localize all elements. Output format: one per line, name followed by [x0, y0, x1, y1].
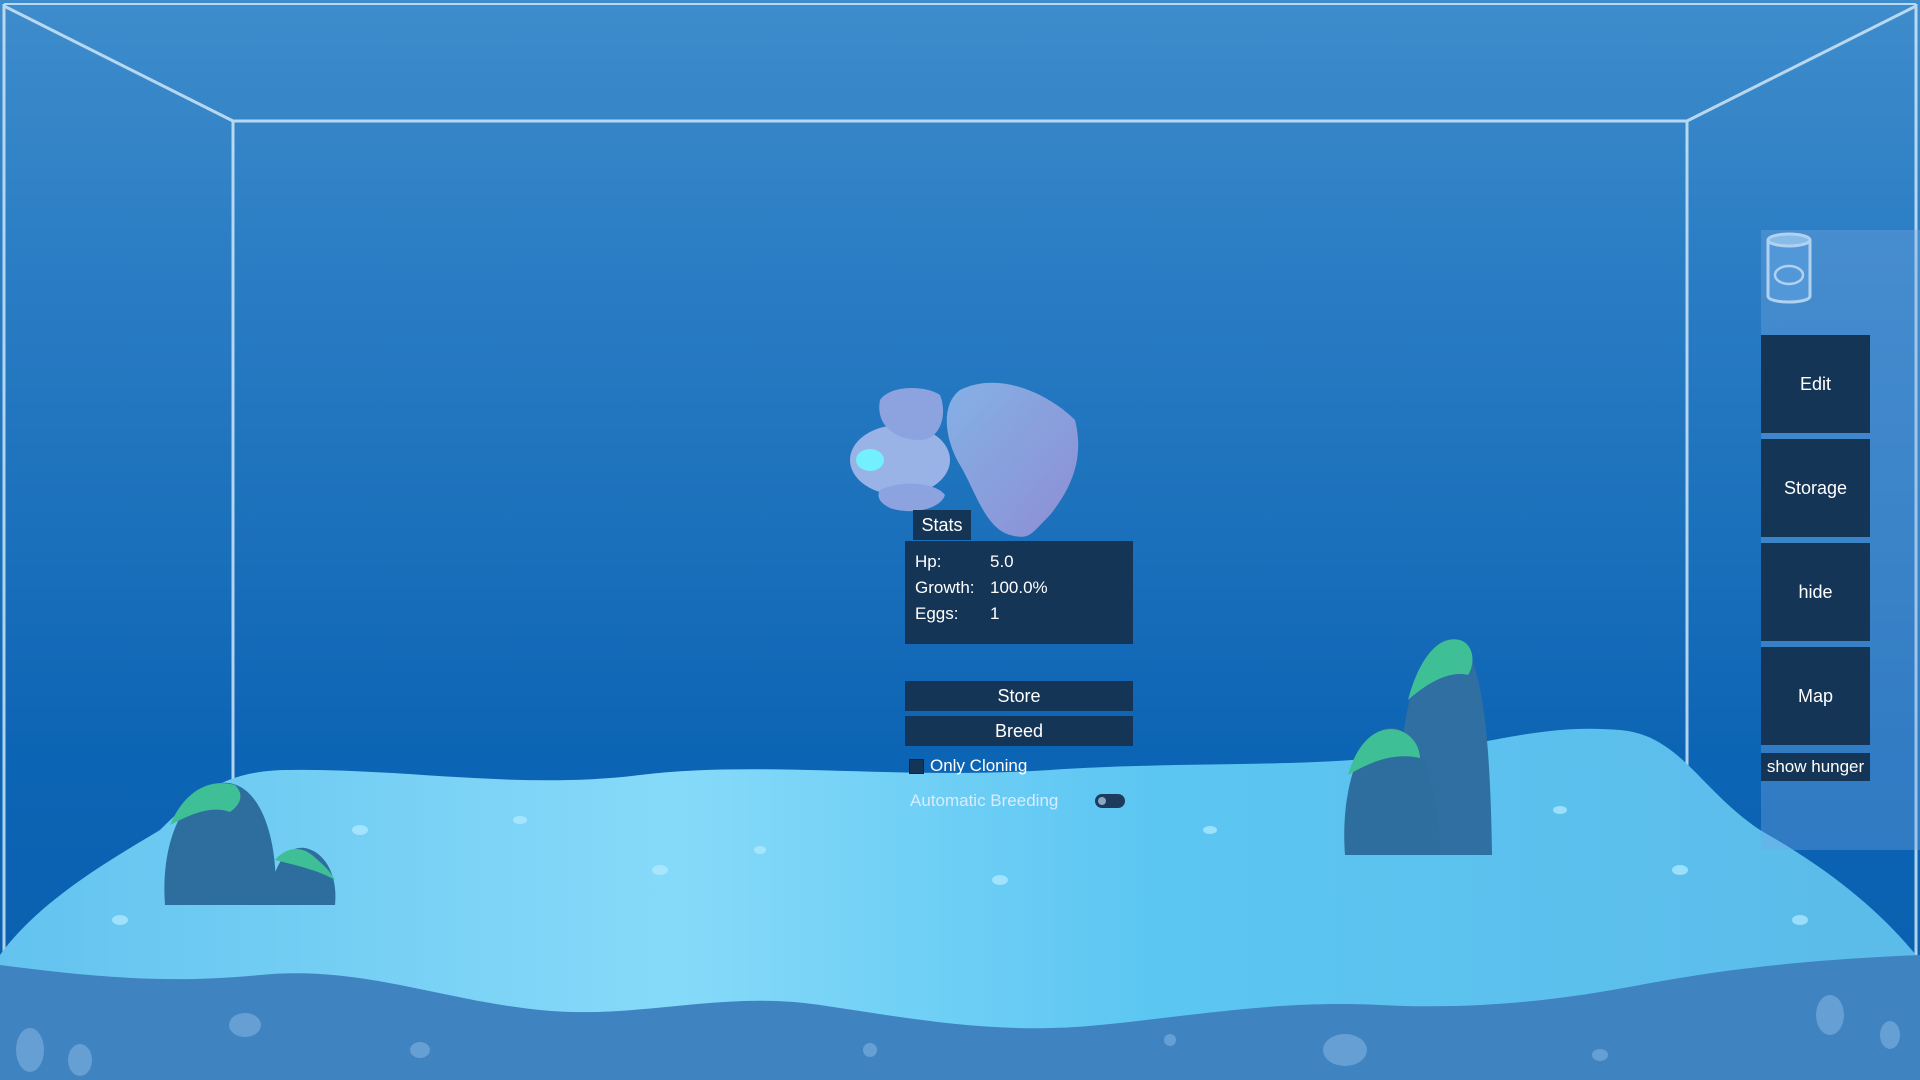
eggs-value: 1 [990, 604, 1000, 623]
checkbox-box[interactable] [909, 758, 924, 774]
stat-row-hp: Hp: 5.0 [915, 549, 1123, 575]
hide-label: hide [1798, 581, 1833, 602]
growth-value: 100.0% [990, 578, 1048, 597]
hide-button[interactable]: hide [1761, 543, 1870, 641]
map-label: Map [1797, 685, 1833, 706]
edit-label: Edit [1799, 373, 1832, 394]
stats-panel: Hp: 5.0 Growth: 100.0% Eggs: 1 [905, 541, 1133, 644]
aquarium-scene [0, 3, 1920, 1080]
growth-label: Growth: [915, 578, 975, 597]
storage-label: Storage [1783, 477, 1848, 498]
automatic-breeding-label: Automatic Breeding [910, 791, 1059, 810]
stats-tab-label: Stats [921, 515, 963, 535]
stats-tab[interactable]: Stats [913, 510, 971, 540]
eggs-label: Eggs: [915, 604, 959, 623]
hp-label: Hp: [915, 552, 942, 571]
map-button[interactable]: Map [1761, 647, 1870, 745]
only-cloning-checkbox[interactable]: Only Cloning [909, 755, 1027, 777]
breed-button[interactable]: Breed [905, 716, 1133, 746]
toggle-knob [1098, 797, 1106, 805]
only-cloning-label: Only Cloning [930, 756, 1028, 775]
automatic-breeding-toggle[interactable] [1095, 794, 1125, 808]
show-hunger-button[interactable]: show hunger [1761, 753, 1870, 781]
show-hunger-label: show hunger [1766, 757, 1865, 776]
automatic-breeding-row: Automatic Breeding [910, 790, 1058, 812]
stat-row-eggs: Eggs: 1 [915, 601, 1123, 627]
store-button[interactable]: Store [905, 681, 1133, 711]
edit-button[interactable]: Edit [1761, 335, 1870, 433]
storage-button[interactable]: Storage [1761, 439, 1870, 537]
stat-row-growth: Growth: 100.0% [915, 575, 1123, 601]
rock-right [1344, 639, 1492, 855]
hp-value: 5.0 [990, 552, 1014, 571]
